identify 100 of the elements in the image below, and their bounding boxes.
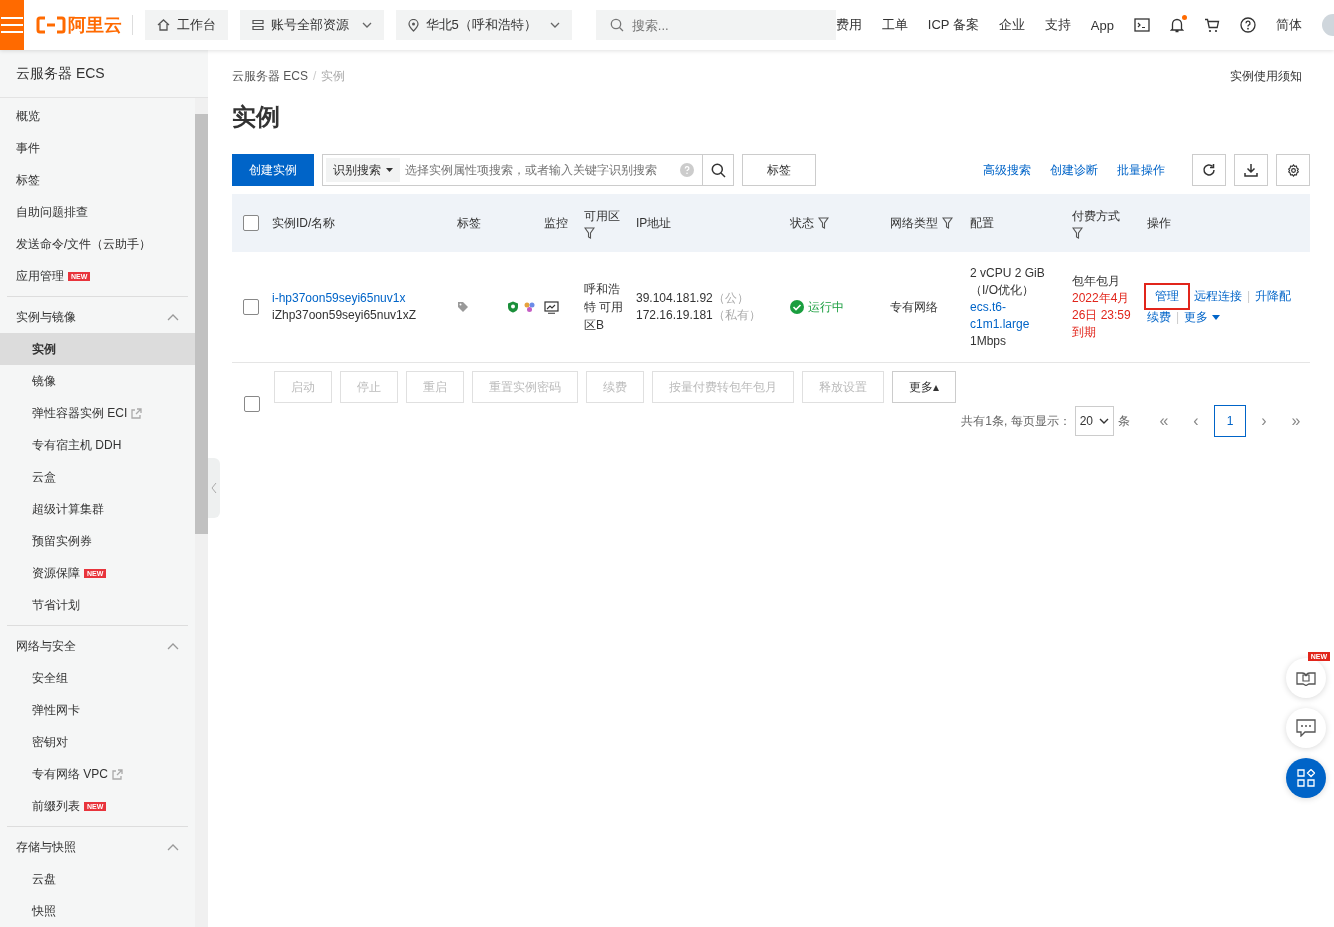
filter-icon[interactable] (1072, 226, 1083, 239)
language-link[interactable]: 简体 (1276, 16, 1302, 34)
sidebar-item[interactable]: 标签 (0, 164, 195, 196)
sidebar-item[interactable]: 发送命令/文件（云助手） (0, 228, 195, 260)
column-header: 实例ID/名称 (272, 214, 336, 232)
action-link[interactable]: 升降配 (1255, 286, 1292, 307)
public-ip: 39.104.181.92（公） (636, 290, 749, 307)
sidebar-item[interactable]: 安全组 (0, 662, 195, 694)
tag-button[interactable]: 标签 (742, 154, 816, 186)
nav-button[interactable]: 华北5（呼和浩特） (395, 10, 572, 40)
cart-icon[interactable] (1204, 17, 1220, 33)
previous-page-button[interactable]: ‹ (1182, 412, 1210, 430)
status-text: 运行中 (808, 298, 844, 316)
sidebar-item[interactable]: 弹性网卡 (0, 694, 195, 726)
nav-button[interactable]: 账号全部资源 (239, 10, 384, 40)
sidebar-item[interactable]: 实例 (0, 333, 195, 365)
download-icon (1244, 163, 1258, 177)
search-field[interactable]: 搜索... (595, 10, 836, 40)
sidebar-item[interactable]: 概览 (0, 100, 195, 132)
feedback-button[interactable] (1286, 708, 1326, 748)
sidebar-item[interactable]: 密钥对 (0, 726, 195, 758)
sidebar-item[interactable]: 超级计算集群 (0, 493, 195, 525)
check-circle-icon (790, 300, 804, 314)
sidebar-item[interactable]: 专有网络 VPC (0, 758, 195, 790)
sidebar-item[interactable]: 云盒 (0, 461, 195, 493)
sidebar-item[interactable]: 云盘 (0, 863, 195, 895)
first-page-button[interactable]: « (1150, 412, 1178, 430)
menu-button[interactable] (0, 0, 25, 50)
shield-icon[interactable] (507, 301, 519, 313)
action-link[interactable]: 管理 (1147, 286, 1187, 307)
toolbar-link[interactable]: 创建诊断 (1050, 161, 1098, 179)
tag-icon[interactable] (457, 301, 469, 313)
chevron-down-icon (1099, 418, 1109, 424)
sidebar-item[interactable]: 弹性容器实例 ECI (0, 397, 195, 429)
instance-id-link[interactable]: i-hp37oon59seyi65nuv1x (272, 290, 406, 307)
action-link[interactable]: 更多 (1184, 307, 1221, 328)
sidebar-item[interactable]: 节省计划 (0, 589, 195, 621)
checkbox[interactable] (243, 299, 259, 315)
instance-type-link[interactable]: ecs.t6-c1m1.large (970, 298, 1032, 333)
sidebar-item[interactable]: 快照 (0, 895, 195, 927)
bell-icon[interactable] (1170, 17, 1184, 33)
guide-button[interactable] (1286, 658, 1326, 698)
sidebar-item[interactable]: 镜像 (0, 365, 195, 397)
sidebar-item[interactable]: 专有宿主机 DDH (0, 429, 195, 461)
notice-link[interactable]: 实例使用须知 (1230, 67, 1302, 85)
network-type: 专有网络 (889, 298, 939, 316)
location-pin-icon (407, 18, 419, 32)
scrollbar[interactable] (195, 98, 208, 927)
sidebar-collapse-handle[interactable] (208, 458, 220, 518)
zone-text: 呼和浩特 可用区B (583, 281, 625, 334)
help-icon[interactable] (1240, 17, 1256, 33)
column-header: 网络类型 (890, 214, 938, 232)
sidebar-item[interactable]: 预留实例券 (0, 525, 195, 557)
checkbox[interactable] (243, 215, 259, 231)
checkbox[interactable] (244, 396, 260, 412)
page-title: 实例 (232, 102, 281, 132)
sidebar-group-header[interactable]: 存储与快照 (0, 831, 195, 863)
sidebar-title: 云服务器 ECS (0, 50, 208, 98)
column-header: 配置 (970, 214, 994, 232)
toolbar-link[interactable]: 高级搜索 (983, 161, 1031, 179)
settings-button[interactable] (1276, 154, 1310, 186)
monitor-icon[interactable] (544, 300, 559, 314)
pagination-summary: 共有1条, 每页显示： (961, 412, 1071, 430)
batch-action-button[interactable]: 更多▴ (892, 371, 957, 403)
refresh-button[interactable] (1192, 154, 1226, 186)
action-link[interactable]: 续费 (1147, 307, 1171, 328)
top-link[interactable]: 支持 (1044, 16, 1071, 34)
page-number-button[interactable]: 1 (1214, 405, 1246, 437)
billing-type: 包年包月 (1072, 273, 1120, 290)
apps-button[interactable] (1286, 758, 1326, 798)
action-link[interactable]: 远程连接 (1194, 286, 1242, 307)
column-header: 监控 (544, 214, 568, 232)
sidebar-item[interactable]: 事件 (0, 132, 195, 164)
next-page-button[interactable]: › (1250, 412, 1278, 430)
book-icon (1296, 670, 1316, 686)
nav-button[interactable]: 工作台 (144, 10, 228, 40)
filter-icon[interactable] (818, 217, 829, 229)
page-size-select[interactable]: 20 (1074, 406, 1114, 436)
terminal-icon[interactable] (1134, 18, 1150, 32)
toolbar-link[interactable]: 批量操作 (1117, 161, 1165, 179)
top-link[interactable]: 费用 (835, 16, 862, 34)
top-link[interactable]: 工单 (881, 16, 908, 34)
breadcrumb-link[interactable]: 云服务器 ECS (232, 68, 308, 83)
sidebar-group-header[interactable]: 实例与镜像 (0, 301, 195, 333)
column-header: 可用区 (584, 207, 620, 225)
sidebar-group-header[interactable]: 网络与安全 (0, 630, 195, 662)
top-link[interactable]: ICP 备案 (927, 16, 979, 34)
top-link[interactable]: 企业 (998, 16, 1025, 34)
create-instance-button[interactable]: 创建实例 (232, 154, 314, 186)
filter-icon[interactable] (942, 217, 953, 229)
spec-text: 2 vCPU 2 GiB (970, 264, 1045, 282)
top-link[interactable]: App (1090, 17, 1114, 33)
logo-icon (36, 16, 67, 34)
column-header: 状态 (790, 214, 814, 232)
column-header: IP地址 (636, 214, 672, 232)
sidebar-item[interactable]: 自助问题排查 (0, 196, 195, 228)
filter-icon[interactable] (584, 226, 595, 239)
chat-icon (1296, 719, 1316, 737)
last-page-button[interactable]: » (1282, 412, 1310, 430)
download-button[interactable] (1234, 154, 1268, 186)
